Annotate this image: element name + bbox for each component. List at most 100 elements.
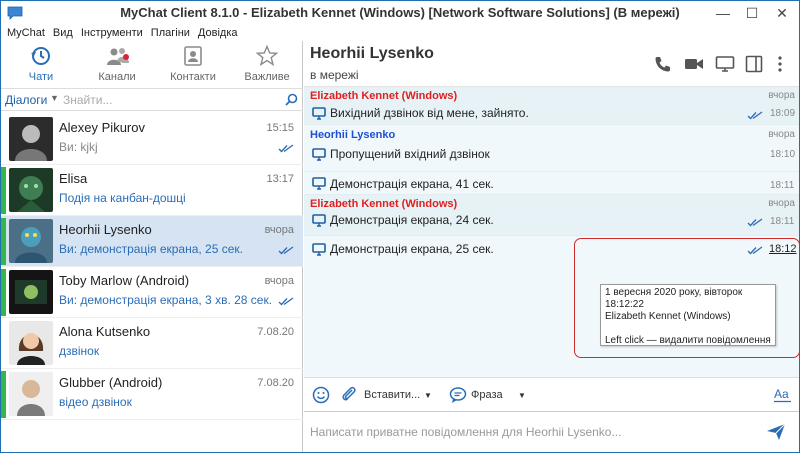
search-input[interactable] <box>63 91 273 108</box>
chat-header: Heorhii Lysenko в мережі <box>304 41 799 87</box>
compose-toolbar: Вставити... ▼ Фраза ▼ Aa <box>304 377 799 411</box>
contacts-icon <box>184 46 202 66</box>
screen-share-icon[interactable] <box>715 55 735 73</box>
dialog-name: Toby Marlow (Android) <box>59 273 190 288</box>
emoji-icon[interactable] <box>312 386 330 404</box>
monitor-icon <box>312 243 326 256</box>
message-item[interactable]: Демонстрація екрана, 41 сек. 18:11 <box>304 172 799 195</box>
star-icon <box>256 45 278 67</box>
menu-view[interactable]: Вид <box>49 25 77 41</box>
tooltip-hint: Left click — видалити повідомлення <box>605 335 771 346</box>
double-check-icon <box>747 218 763 227</box>
message-author: Elizabeth Kennet (Windows) <box>310 198 458 210</box>
message-item[interactable]: Elizabeth Kennet (Windows) вчора Демонст… <box>304 195 799 236</box>
dialog-item-elisa[interactable]: Elisa Подія на канбан-дошці 13:17 <box>1 165 303 216</box>
message-input[interactable] <box>310 422 750 442</box>
peer-status: в мережі <box>310 68 359 82</box>
dialog-item-glubber[interactable]: Glubber (Android) відео дзвінок 7.08.20 <box>1 369 303 420</box>
message-text: Вихідний дзвінок від мене, зайнято. <box>330 106 529 120</box>
dialog-name: Elisa <box>59 171 88 186</box>
dialog-time: вчора <box>264 224 294 236</box>
menu-bar: MyChat Вид Інструменти Плагіни Довідка <box>1 25 799 41</box>
tab-important-label: Важливе <box>244 71 290 83</box>
double-check-icon <box>278 144 294 153</box>
message-author: Heorhii Lysenko <box>310 129 396 141</box>
dialog-time: 15:15 <box>266 122 294 134</box>
dialog-time: 7.08.20 <box>257 326 294 338</box>
tab-channels[interactable]: Канали <box>83 41 151 89</box>
online-indicator <box>1 371 6 418</box>
avatar-alona <box>9 321 53 365</box>
menu-tools[interactable]: Інструменти <box>77 25 147 41</box>
avatar <box>9 117 53 161</box>
more-menu-icon[interactable] <box>776 55 784 73</box>
message-text: Демонстрація екрана, 25 сек. <box>330 242 494 256</box>
dialog-last-message: дзвінок <box>59 344 100 358</box>
minimize-button[interactable]: — <box>709 3 737 23</box>
video-call-icon[interactable] <box>684 55 704 73</box>
avatar <box>9 372 53 416</box>
paperclip-icon[interactable] <box>341 385 357 405</box>
message-date: вчора <box>768 129 795 140</box>
avatar-toby <box>9 270 53 314</box>
app-window: MyChat Client 8.1.0 - Elizabeth Kennet (… <box>0 0 800 453</box>
dialog-item-heorhii-lysenko[interactable]: Heorhii Lysenko Ви: демонстрація екрана,… <box>1 216 303 267</box>
message-text: Демонстрація екрана, 24 сек. <box>330 213 494 227</box>
dialog-item-toby-marlow[interactable]: Toby Marlow (Android) Ви: демонстрація е… <box>1 267 303 318</box>
peer-name: Heorhii Lysenko <box>310 45 434 62</box>
message-date: вчора <box>768 90 795 101</box>
phone-icon[interactable] <box>654 55 672 73</box>
message-time: 18:10 <box>770 149 796 160</box>
search-icon[interactable] <box>285 93 298 106</box>
avatar-heorhii <box>9 219 53 263</box>
dialog-item-alona-kutsenko[interactable]: Alona Kutsenko дзвінок 7.08.20 <box>1 318 303 369</box>
text-format-icon[interactable]: Aa <box>774 387 792 403</box>
phrase-caret-icon[interactable]: ▼ <box>518 391 526 400</box>
menu-help[interactable]: Довідка <box>194 25 242 41</box>
menu-plugins[interactable]: Плагіни <box>147 25 194 41</box>
online-indicator <box>1 269 6 316</box>
insert-button[interactable]: Вставити... <box>364 389 420 401</box>
online-indicator <box>1 167 6 214</box>
insert-caret-icon[interactable]: ▼ <box>424 391 432 400</box>
tooltip-date: 1 вересня 2020 року, вівторок <box>605 287 743 298</box>
channels-icon <box>107 48 129 65</box>
window-title: MyChat Client 8.1.0 - Elizabeth Kennet (… <box>120 5 680 20</box>
menu-mychat[interactable]: MyChat <box>1 25 49 41</box>
close-button[interactable]: ✕ <box>768 3 796 23</box>
svg-text:Aa: Aa <box>774 387 789 401</box>
send-icon[interactable] <box>766 423 786 441</box>
avatar-alexey <box>9 117 53 161</box>
avatar <box>9 168 53 212</box>
message-author: Elizabeth Kennet (Windows) <box>310 90 458 102</box>
message-item[interactable]: Elizabeth Kennet (Windows) вчора Вихідни… <box>304 87 799 125</box>
monitor-icon <box>312 148 326 161</box>
panel-toggle-icon[interactable] <box>745 55 763 73</box>
tooltip-author: Elizabeth Kennet (Windows) <box>605 311 731 322</box>
tab-chats[interactable]: Чати <box>7 41 75 89</box>
nav-tabs: Чати Канали Контакти Важливе <box>1 41 303 89</box>
message-time: 18:11 <box>770 180 795 191</box>
tab-important[interactable]: Важливе <box>233 41 301 89</box>
online-indicator <box>1 218 6 265</box>
message-item[interactable]: Heorhii Lysenko вчора Пропущений вхідний… <box>304 125 799 172</box>
tab-channels-label: Канали <box>98 71 136 83</box>
message-time: 18:09 <box>770 108 796 119</box>
maximize-button[interactable]: ☐ <box>738 3 766 23</box>
dialog-last-message: Ви: kjkj <box>59 140 98 154</box>
phrase-button[interactable]: Фраза <box>471 389 503 401</box>
dialogs-filter-select[interactable]: Діалоги <box>5 93 47 107</box>
tab-chats-label: Чати <box>28 71 54 83</box>
avatar <box>9 219 53 263</box>
message-text: Пропущений вхідний дзвінок <box>330 147 490 161</box>
dialog-name: Glubber (Android) <box>59 375 163 390</box>
double-check-icon <box>278 246 294 255</box>
dialogs-list: Alexey Pikurov Ви: kjkj 15:15 Elisa Поді… <box>1 114 303 452</box>
compose-area <box>304 411 799 452</box>
tab-contacts[interactable]: Контакти <box>159 41 227 89</box>
chevron-down-icon[interactable]: ▼ <box>50 93 59 103</box>
dialog-item-alexey-pikurov[interactable]: Alexey Pikurov Ви: kjkj 15:15 <box>1 114 303 165</box>
title-bar[interactable]: MyChat Client 8.1.0 - Elizabeth Kennet (… <box>1 1 799 25</box>
phrase-icon[interactable] <box>449 386 467 404</box>
message-tooltip: 1 вересня 2020 року, вівторок 18:12:22 E… <box>600 284 776 346</box>
